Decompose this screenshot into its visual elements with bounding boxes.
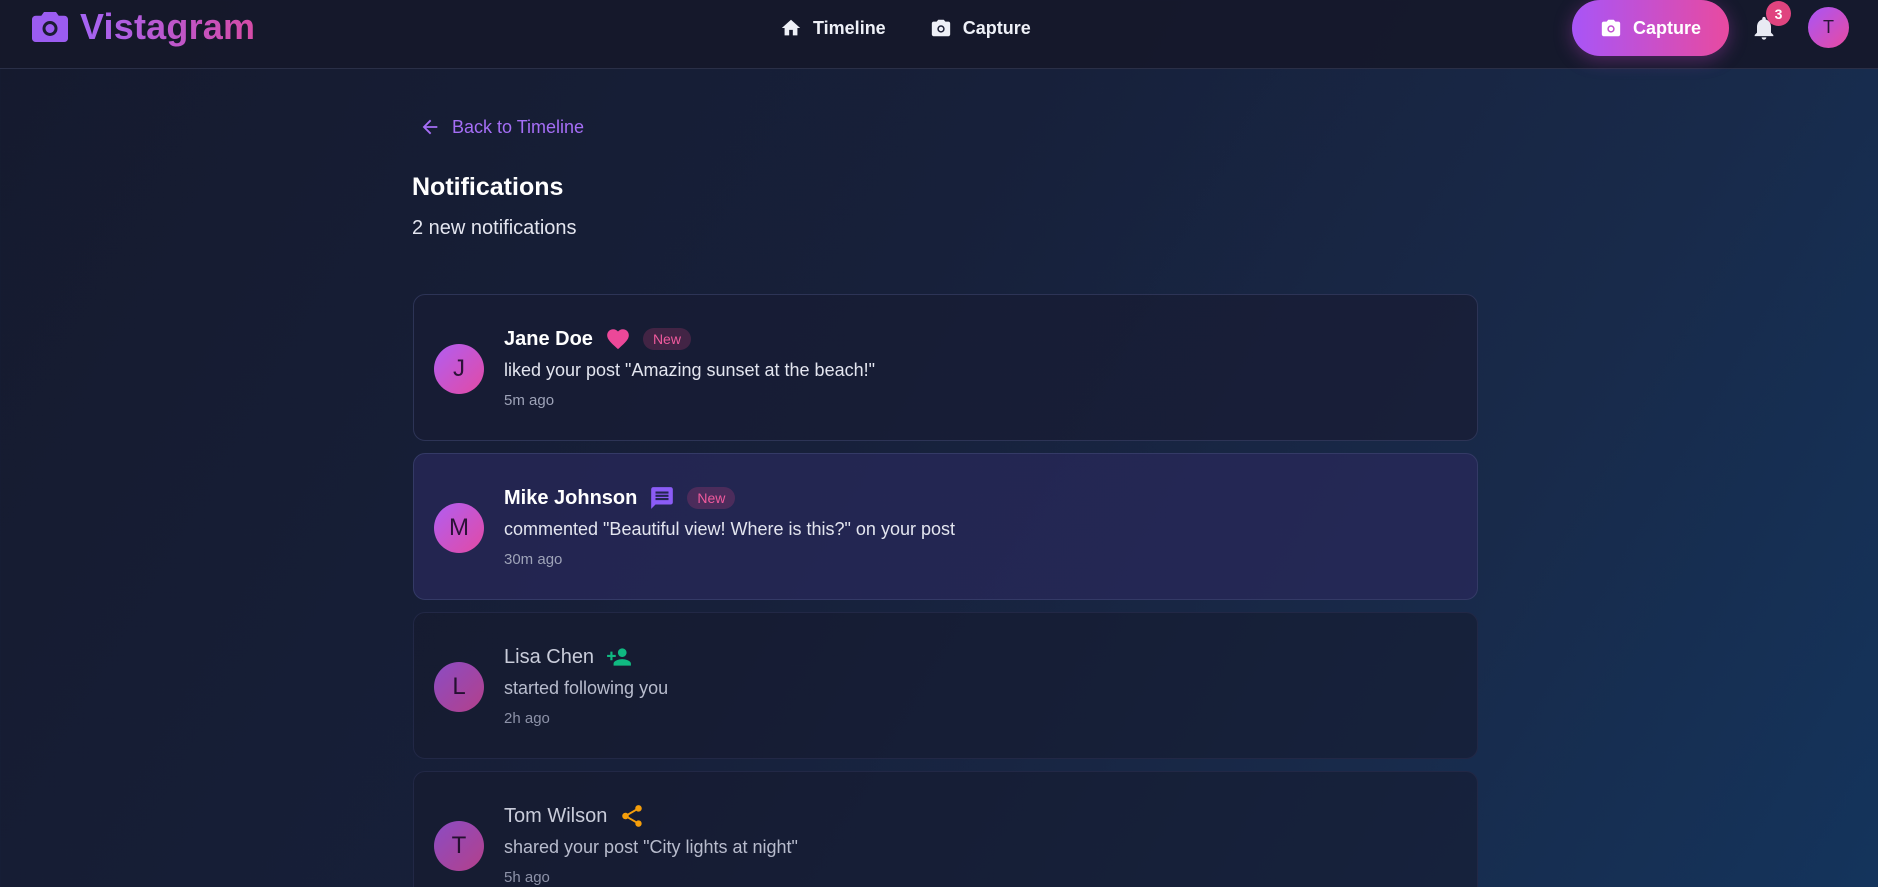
top-header: Vistagram Timeline Capture Capture 3 T [0, 0, 1878, 69]
app-name: Vistagram [80, 6, 256, 47]
notifications-summary: 2 new notifications [412, 217, 577, 239]
avatar: T [434, 821, 484, 871]
back-link-label: Back to Timeline [452, 116, 585, 137]
nav-timeline[interactable]: Timeline [780, 15, 886, 41]
notification-user-name: Tom Wilson [504, 804, 608, 827]
notification-header: Lisa Chen [504, 643, 632, 671]
avatar: L [434, 662, 484, 712]
home-icon [781, 19, 801, 36]
comment-icon [651, 487, 674, 509]
heart-icon [607, 329, 629, 350]
notification-text: shared your post "City lights at night" [504, 837, 798, 857]
notification-count-badge: 3 [1766, 1, 1791, 26]
notification-item[interactable]: J Jane Doe New liked your post "Amazing … [413, 294, 1478, 441]
main-nav: Timeline Capture [780, 15, 1031, 41]
person-add-icon [607, 648, 631, 666]
notification-text: liked your post "Amazing sunset at the b… [504, 360, 875, 380]
page-title: Notifications [412, 173, 564, 201]
app-logo[interactable]: Vistagram [32, 6, 255, 48]
notification-user-name: Mike Johnson [504, 486, 638, 509]
new-badge: New [687, 487, 736, 509]
notification-header: Tom Wilson [504, 802, 645, 830]
capture-button-label: Capture [1632, 17, 1701, 38]
nav-capture-label: Capture [962, 17, 1031, 38]
arrow-left-icon [422, 119, 438, 135]
notification-user-name: Lisa Chen [504, 645, 595, 668]
notification-item[interactable]: L Lisa Chen started following you 2h ago [413, 612, 1478, 759]
notification-time: 2h ago [504, 710, 550, 727]
camera-icon [32, 12, 68, 42]
user-avatar[interactable]: T [1808, 7, 1849, 48]
capture-button[interactable]: Capture [1572, 0, 1729, 56]
notification-user-name: Jane Doe [504, 327, 593, 350]
camera-icon [1601, 19, 1621, 37]
notification-text: started following you [504, 678, 669, 698]
notification-item[interactable]: T Tom Wilson shared your post "City ligh… [413, 771, 1478, 887]
back-to-timeline-link[interactable]: Back to Timeline [419, 116, 584, 138]
avatar: M [434, 503, 484, 553]
notification-time: 5h ago [504, 869, 550, 886]
avatar: J [434, 344, 484, 394]
share-icon [622, 805, 643, 827]
notification-header: Mike Johnson New [504, 484, 736, 512]
nav-timeline-label: Timeline [813, 17, 886, 38]
notification-time: 5m ago [504, 392, 555, 409]
camera-icon [931, 19, 950, 37]
nav-capture[interactable]: Capture [930, 15, 1031, 41]
notification-text: commented "Beautiful view! Where is this… [504, 519, 955, 539]
new-badge: New [642, 328, 691, 350]
notification-header: Jane Doe New [504, 325, 691, 353]
notification-time: 30m ago [504, 551, 563, 568]
notification-item[interactable]: M Mike Johnson New commented "Beautiful … [413, 453, 1478, 600]
